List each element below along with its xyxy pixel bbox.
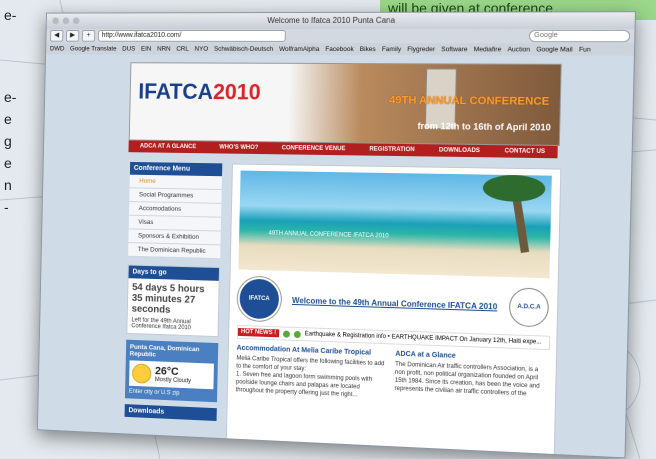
bookmark-item[interactable]: Google Translate [70,45,117,52]
forward-icon[interactable]: ▶ [65,30,80,42]
countdown-value: 54 days 5 hours 35 minutes 27 seconds [131,282,205,316]
adca-column: ADCA at a Glance The Dominican Air traff… [394,351,547,400]
weather-city-input[interactable]: Enter city or U.S zip [129,389,213,399]
search-input[interactable]: Google [528,29,631,43]
web-page: IFATCA2010 49TH ANNUAL CONFERENCE from 1… [37,54,634,459]
url-input[interactable]: http://www.ifatca2010.com/ [97,29,286,42]
bookmark-item[interactable]: Fun [579,46,591,53]
next-news-icon[interactable] [293,330,301,338]
welcome-row: IFATCA Welcome to the 49th Annual Confer… [237,275,550,331]
bookmark-item[interactable]: DWD [50,45,65,52]
minimize-button[interactable] [62,17,70,25]
bookmark-item[interactable]: Flygreder [407,46,435,53]
partly-cloudy-icon [131,363,152,384]
palm-leaves [482,174,546,203]
downloads-title[interactable]: Downloads [124,404,217,422]
side-text-7: - [4,199,9,215]
site-logo[interactable]: IFATCA2010 [138,79,261,105]
zoom-button[interactable] [72,17,80,25]
ifatca-emblem-icon: IFATCA [237,276,282,322]
weather-widget: Punta Cana, Dominican Republic 26°C Most… [124,339,219,403]
menu-item[interactable]: DOWNLOADS [439,147,480,154]
hot-news-text[interactable]: Earthquake & Registration info • EARTHQU… [305,331,542,345]
bookmark-item[interactable]: Family [382,46,401,53]
site-banner: IFATCA2010 49TH ANNUAL CONFERENCE from 1… [128,62,562,146]
menu-item[interactable]: CONFERENCE VENUE [282,145,346,152]
window-titlebar: Welcome to Ifatca 2010 Punta Cana [46,12,635,30]
adca-body: The Dominican Air traffic controllers As… [394,361,540,398]
bookmark-item[interactable]: DUS [122,45,135,52]
banner-annual-title: 49TH ANNUAL CONFERENCE [389,94,550,108]
menu-item[interactable]: CONTACT US [505,148,546,155]
bookmark-item[interactable]: Schwäbisch-Deutsch [214,45,273,52]
bookmark-item[interactable]: Mediafire [474,46,502,53]
logo-year: 2010 [212,79,261,105]
accommodation-column: Accommodation At Melia Caribe Tropical M… [236,345,386,401]
bookmark-item[interactable]: Facebook [325,45,354,52]
menu-item[interactable]: WHO'S WHO? [219,145,258,151]
bookmark-item[interactable]: NRN [157,45,171,52]
countdown-caption: Left for the 49th Annual Conference Ifat… [131,317,192,332]
logo-text: IFATCA [138,78,214,105]
weather-location: Punta Cana, Dominican Republic [129,343,200,359]
bookmark-item[interactable]: Software [441,46,467,53]
window-controls[interactable] [52,17,80,25]
side-text-1: e- [4,7,17,23]
hero-beach-image: 49TH ANNUAL CONFERENCE IFATCA 2010 [238,170,552,279]
close-button[interactable] [52,17,59,25]
sidebar-item-dominican[interactable]: The Dominican Republic [128,243,221,260]
side-text-6: n [4,177,12,193]
menu-item[interactable]: REGISTRATION [369,147,414,154]
menu-item[interactable]: ADCA AT A GLANCE [140,144,196,151]
weather-condition: Mostly Cloudy [154,377,192,385]
side-text-3: e [4,111,12,127]
browser-window: Welcome to Ifatca 2010 Punta Cana ◀ ▶ + … [36,11,637,459]
accommodation-item: 1. Seven free and lagoon form swimming p… [235,371,373,399]
browser-toolbar: ◀ ▶ + http://www.ifatca2010.com/ Google [46,28,635,44]
adca-emblem-icon: A.D.C.A [508,287,550,328]
back-icon[interactable]: ◀ [50,30,64,42]
bookmark-item[interactable]: Google Mail [536,46,573,53]
bookmark-item[interactable]: Bikes [360,46,376,53]
side-text-2: e- [4,89,17,105]
countdown-box: Days to go 54 days 5 hours 35 minutes 27… [126,264,220,338]
prev-news-icon[interactable] [282,330,291,338]
side-text-4: g [4,133,12,149]
main-content: 49TH ANNUAL CONFERENCE IFATCA 2010 IFATC… [225,163,562,459]
side-text-5: e [4,155,12,171]
sidebar: Conference Menu Home Social Programmes A… [124,161,223,422]
hero-caption: 49TH ANNUAL CONFERENCE IFATCA 2010 [268,230,389,240]
welcome-heading[interactable]: Welcome to the 49th Annual Conference IF… [292,295,497,311]
bookmark-item[interactable]: Auction [507,46,530,53]
bookmark-item[interactable]: NYO [195,45,209,52]
hot-news-label: HOT NEWS ! [237,327,280,338]
add-tab-icon[interactable]: + [81,30,96,42]
weather-body: 26°C Mostly Cloudy [129,360,214,390]
banner-dates: from 12th to 16th of April 2010 [417,120,551,133]
bookmark-item[interactable]: CRL [176,45,189,52]
bookmark-item[interactable]: WolframAlpha [279,45,319,52]
countdown-title: Days to go [128,265,220,281]
bookmark-item[interactable]: EIN [141,45,151,52]
window-title: Welcome to Ifatca 2010 Punta Cana [267,15,396,26]
